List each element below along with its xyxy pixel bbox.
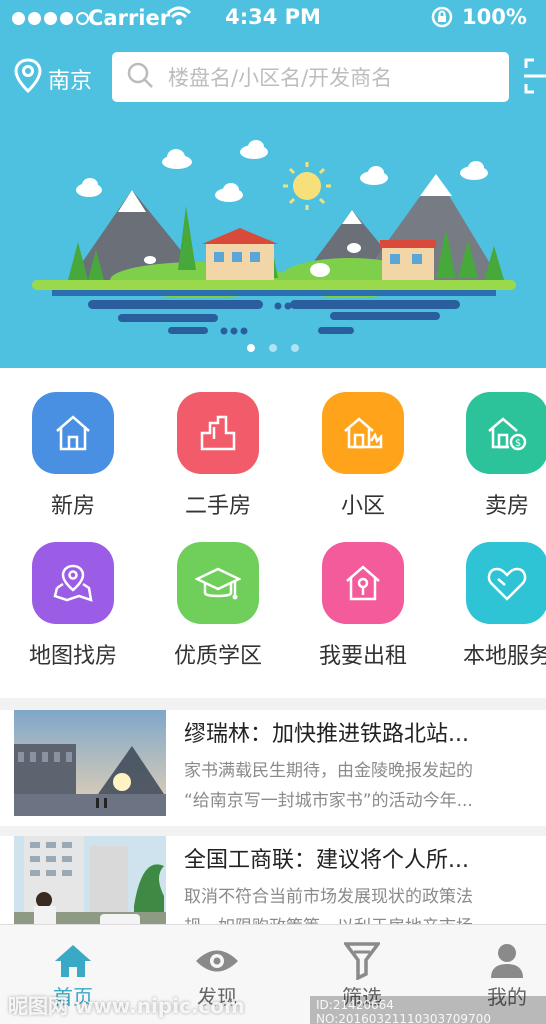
scan-icon[interactable] <box>522 58 546 98</box>
app-screen: Carrier 4:34 PM 100% 南京 楼盘名/小区名/开发商名 新房 … <box>0 0 546 1024</box>
filter-icon <box>307 941 417 981</box>
city-selector[interactable]: 南京 <box>14 58 92 100</box>
home-icon <box>18 941 128 981</box>
category-label: 地图找房 <box>28 644 117 669</box>
category-label: 二手房 <box>184 494 251 519</box>
pager-dot <box>269 344 277 352</box>
search-placeholder: 楼盘名/小区名/开发商名 <box>168 66 393 90</box>
eye-icon <box>162 941 272 981</box>
news-title: 缪瑞林：加快推进铁路北站... <box>184 722 469 747</box>
orientation-lock-icon <box>430 5 454 34</box>
news-summary: 家书满载民生期待，由金陵晚报发起的 “给南京写一封城市家书”的活动今年... <box>184 756 528 816</box>
category-sell-house[interactable]: $ 卖房 <box>434 368 546 519</box>
category-new-house[interactable]: 新房 <box>0 368 146 519</box>
news-summary-line: “给南京写一封城市家书”的活动今年... <box>184 791 473 811</box>
search-bar[interactable]: 楼盘名/小区名/开发商名 <box>112 52 509 102</box>
pager-dot-active <box>247 344 255 352</box>
category-school-district[interactable]: 优质学区 <box>145 518 291 669</box>
rent-house-icon <box>322 542 404 624</box>
category-label: 本地服务 <box>462 644 546 669</box>
news-thumbnail-louvre <box>14 710 166 816</box>
house-icon <box>32 392 114 474</box>
header-banner: Carrier 4:34 PM 100% 南京 楼盘名/小区名/开发商名 <box>0 0 546 368</box>
map-pin-icon <box>32 542 114 624</box>
category-map-search[interactable]: 地图找房 <box>0 518 146 669</box>
community-icon <box>322 392 404 474</box>
watermark-site: 昵图网 www.nipic.com <box>8 994 245 1018</box>
status-bar: Carrier 4:34 PM 100% <box>0 0 546 38</box>
category-community[interactable]: 小区 <box>290 368 436 519</box>
news-title: 全国工商联：建议将个人所... <box>184 848 469 873</box>
category-label: 我要出租 <box>318 644 407 669</box>
banner-pager[interactable] <box>0 344 546 352</box>
category-label: 小区 <box>340 494 385 519</box>
category-second-hand[interactable]: 二手房 <box>145 368 291 519</box>
category-label: 卖房 <box>484 494 529 519</box>
news-summary-line: 家书满载民生期待，由金陵晚报发起的 <box>184 761 473 781</box>
watermark-id: ID:21420664 NO:20160321110303709700 <box>310 996 546 1024</box>
category-grid: 新房 二手房 小区 $ 卖房 地图找房 优质学区 我要出租 本地服务 <box>0 368 546 698</box>
sell-house-icon: $ <box>466 392 546 474</box>
section-divider <box>0 826 546 836</box>
category-label: 新房 <box>50 494 95 519</box>
news-summary-line: 取消不符合当前市场发展现状的政策法 <box>184 887 473 907</box>
second-hand-house-icon <box>177 392 259 474</box>
heart-icon <box>466 542 546 624</box>
category-label: 优质学区 <box>173 644 262 669</box>
watermark: 昵图网 www.nipic.com ID:21420664 NO:2016032… <box>0 990 546 1024</box>
banner-illustration <box>32 140 516 335</box>
location-pin-icon <box>14 58 42 100</box>
battery-level: 100% <box>462 5 527 29</box>
pager-dot <box>291 344 299 352</box>
news-item[interactable]: 缪瑞林：加快推进铁路北站... 家书满载民生期待，由金陵晚报发起的 “给南京写一… <box>0 710 546 828</box>
graduation-cap-icon <box>177 542 259 624</box>
search-icon <box>126 61 154 93</box>
user-icon <box>452 941 546 981</box>
svg-text:$: $ <box>515 438 521 449</box>
category-local-service[interactable]: 本地服务 <box>434 518 546 669</box>
section-divider <box>0 698 546 710</box>
category-rent-out[interactable]: 我要出租 <box>290 518 436 669</box>
city-name: 南京 <box>48 69 93 94</box>
